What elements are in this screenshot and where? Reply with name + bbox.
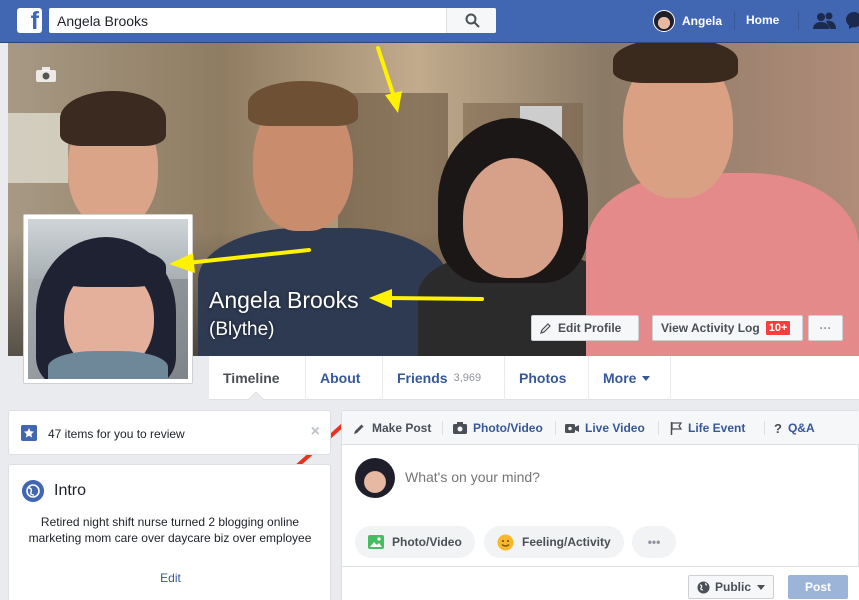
pencil-icon <box>540 323 551 334</box>
tab-more[interactable]: More <box>589 356 671 400</box>
globe-icon <box>22 480 44 502</box>
intro-edit-link[interactable]: Edit <box>9 571 332 585</box>
yellow-arrow-name <box>369 289 484 308</box>
tab-qa[interactable]: ? Q&A <box>774 411 815 445</box>
wall-sign <box>8 113 68 183</box>
search-box <box>49 8 496 33</box>
status-input[interactable] <box>405 469 805 485</box>
smiley-icon <box>497 534 514 550</box>
star-icon <box>21 425 37 441</box>
more-options-label: ··· <box>819 321 832 335</box>
yellow-arrow-door <box>376 46 402 113</box>
photo-icon <box>368 535 384 549</box>
messenger-icon[interactable] <box>846 11 859 31</box>
person-face <box>463 158 563 278</box>
search-input[interactable] <box>49 8 449 33</box>
privacy-selector[interactable]: Public <box>688 575 775 599</box>
tab-divider <box>658 421 659 435</box>
post-composer: Make Post Photo/Video Live Video Life Ev… <box>341 410 859 600</box>
video-icon <box>565 423 579 433</box>
nav-user-name: Angela <box>682 14 723 28</box>
tab-divider <box>442 421 443 435</box>
nav-home-link[interactable]: Home <box>746 13 779 27</box>
post-button[interactable]: Post <box>788 575 848 599</box>
tab-photos[interactable]: Photos <box>505 356 589 400</box>
tab-life-event[interactable]: Life Event <box>670 411 745 445</box>
chevron-down-icon <box>642 375 651 381</box>
facebook-logo-icon[interactable]: f <box>17 7 42 35</box>
close-icon[interactable]: × <box>311 423 320 441</box>
tab-divider <box>555 421 556 435</box>
profile-tabs: Timeline About Friends 3,969 Photos More <box>209 356 859 400</box>
avatar <box>653 10 675 32</box>
nav-profile-link[interactable]: Angela <box>653 9 722 33</box>
profile-picture[interactable] <box>23 214 193 384</box>
search-icon <box>465 13 480 28</box>
tab-divider <box>764 421 765 435</box>
yellow-arrow-profile-picture <box>169 248 311 273</box>
search-button[interactable] <box>446 8 496 33</box>
tab-friends[interactable]: Friends 3,969 <box>383 356 505 400</box>
more-options-button[interactable]: ··· <box>808 315 843 341</box>
nav-divider <box>734 12 735 30</box>
tab-live-video[interactable]: Live Video <box>565 411 645 445</box>
nav-divider <box>798 12 799 30</box>
more-options-button[interactable]: ••• <box>632 526 676 558</box>
activity-log-label: View Activity Log <box>661 321 760 335</box>
camera-icon <box>453 422 467 434</box>
person-hair <box>60 91 166 146</box>
review-items-card[interactable]: 47 items for you to review × <box>8 410 331 455</box>
review-items-text: 47 items for you to review <box>48 427 185 441</box>
edit-profile-label: Edit Profile <box>558 321 622 335</box>
profile-name: Angela Brooks <box>209 287 359 313</box>
edit-profile-button[interactable]: Edit Profile <box>531 315 639 341</box>
intro-title: Intro <box>54 482 87 499</box>
profile-picture-image <box>28 219 188 379</box>
friend-requests-icon[interactable] <box>813 11 837 31</box>
question-icon: ? <box>774 420 782 436</box>
avatar <box>355 458 395 498</box>
flag-icon <box>670 421 682 435</box>
tab-make-post[interactable]: Make Post <box>353 411 431 445</box>
camera-icon[interactable] <box>35 67 57 83</box>
composer-tabs: Make Post Photo/Video Live Video Life Ev… <box>342 411 859 445</box>
person-hair <box>613 43 738 83</box>
top-navigation-bar: f Angela Home <box>0 0 859 43</box>
chevron-down-icon <box>757 584 766 590</box>
composer-footer: Public Post <box>342 566 859 600</box>
tab-photo-video[interactable]: Photo/Video <box>453 411 543 445</box>
person-hair <box>248 81 358 126</box>
profile-alternate-name: (Blythe) <box>209 319 275 340</box>
pencil-icon <box>354 424 364 434</box>
intro-card: Intro Retired night shift nurse turned 2… <box>8 464 331 600</box>
tab-about[interactable]: About <box>306 356 383 400</box>
globe-icon <box>697 581 710 593</box>
notification-badge: 10+ <box>764 320 792 336</box>
view-activity-log-button[interactable]: View Activity Log 10+ <box>652 315 803 341</box>
intro-bio: Retired night shift nurse turned 2 blogg… <box>28 515 312 545</box>
feeling-activity-button[interactable]: Feeling/Activity <box>484 526 624 558</box>
friends-count: 3,969 <box>453 372 482 384</box>
photo-video-button[interactable]: Photo/Video <box>355 526 475 558</box>
